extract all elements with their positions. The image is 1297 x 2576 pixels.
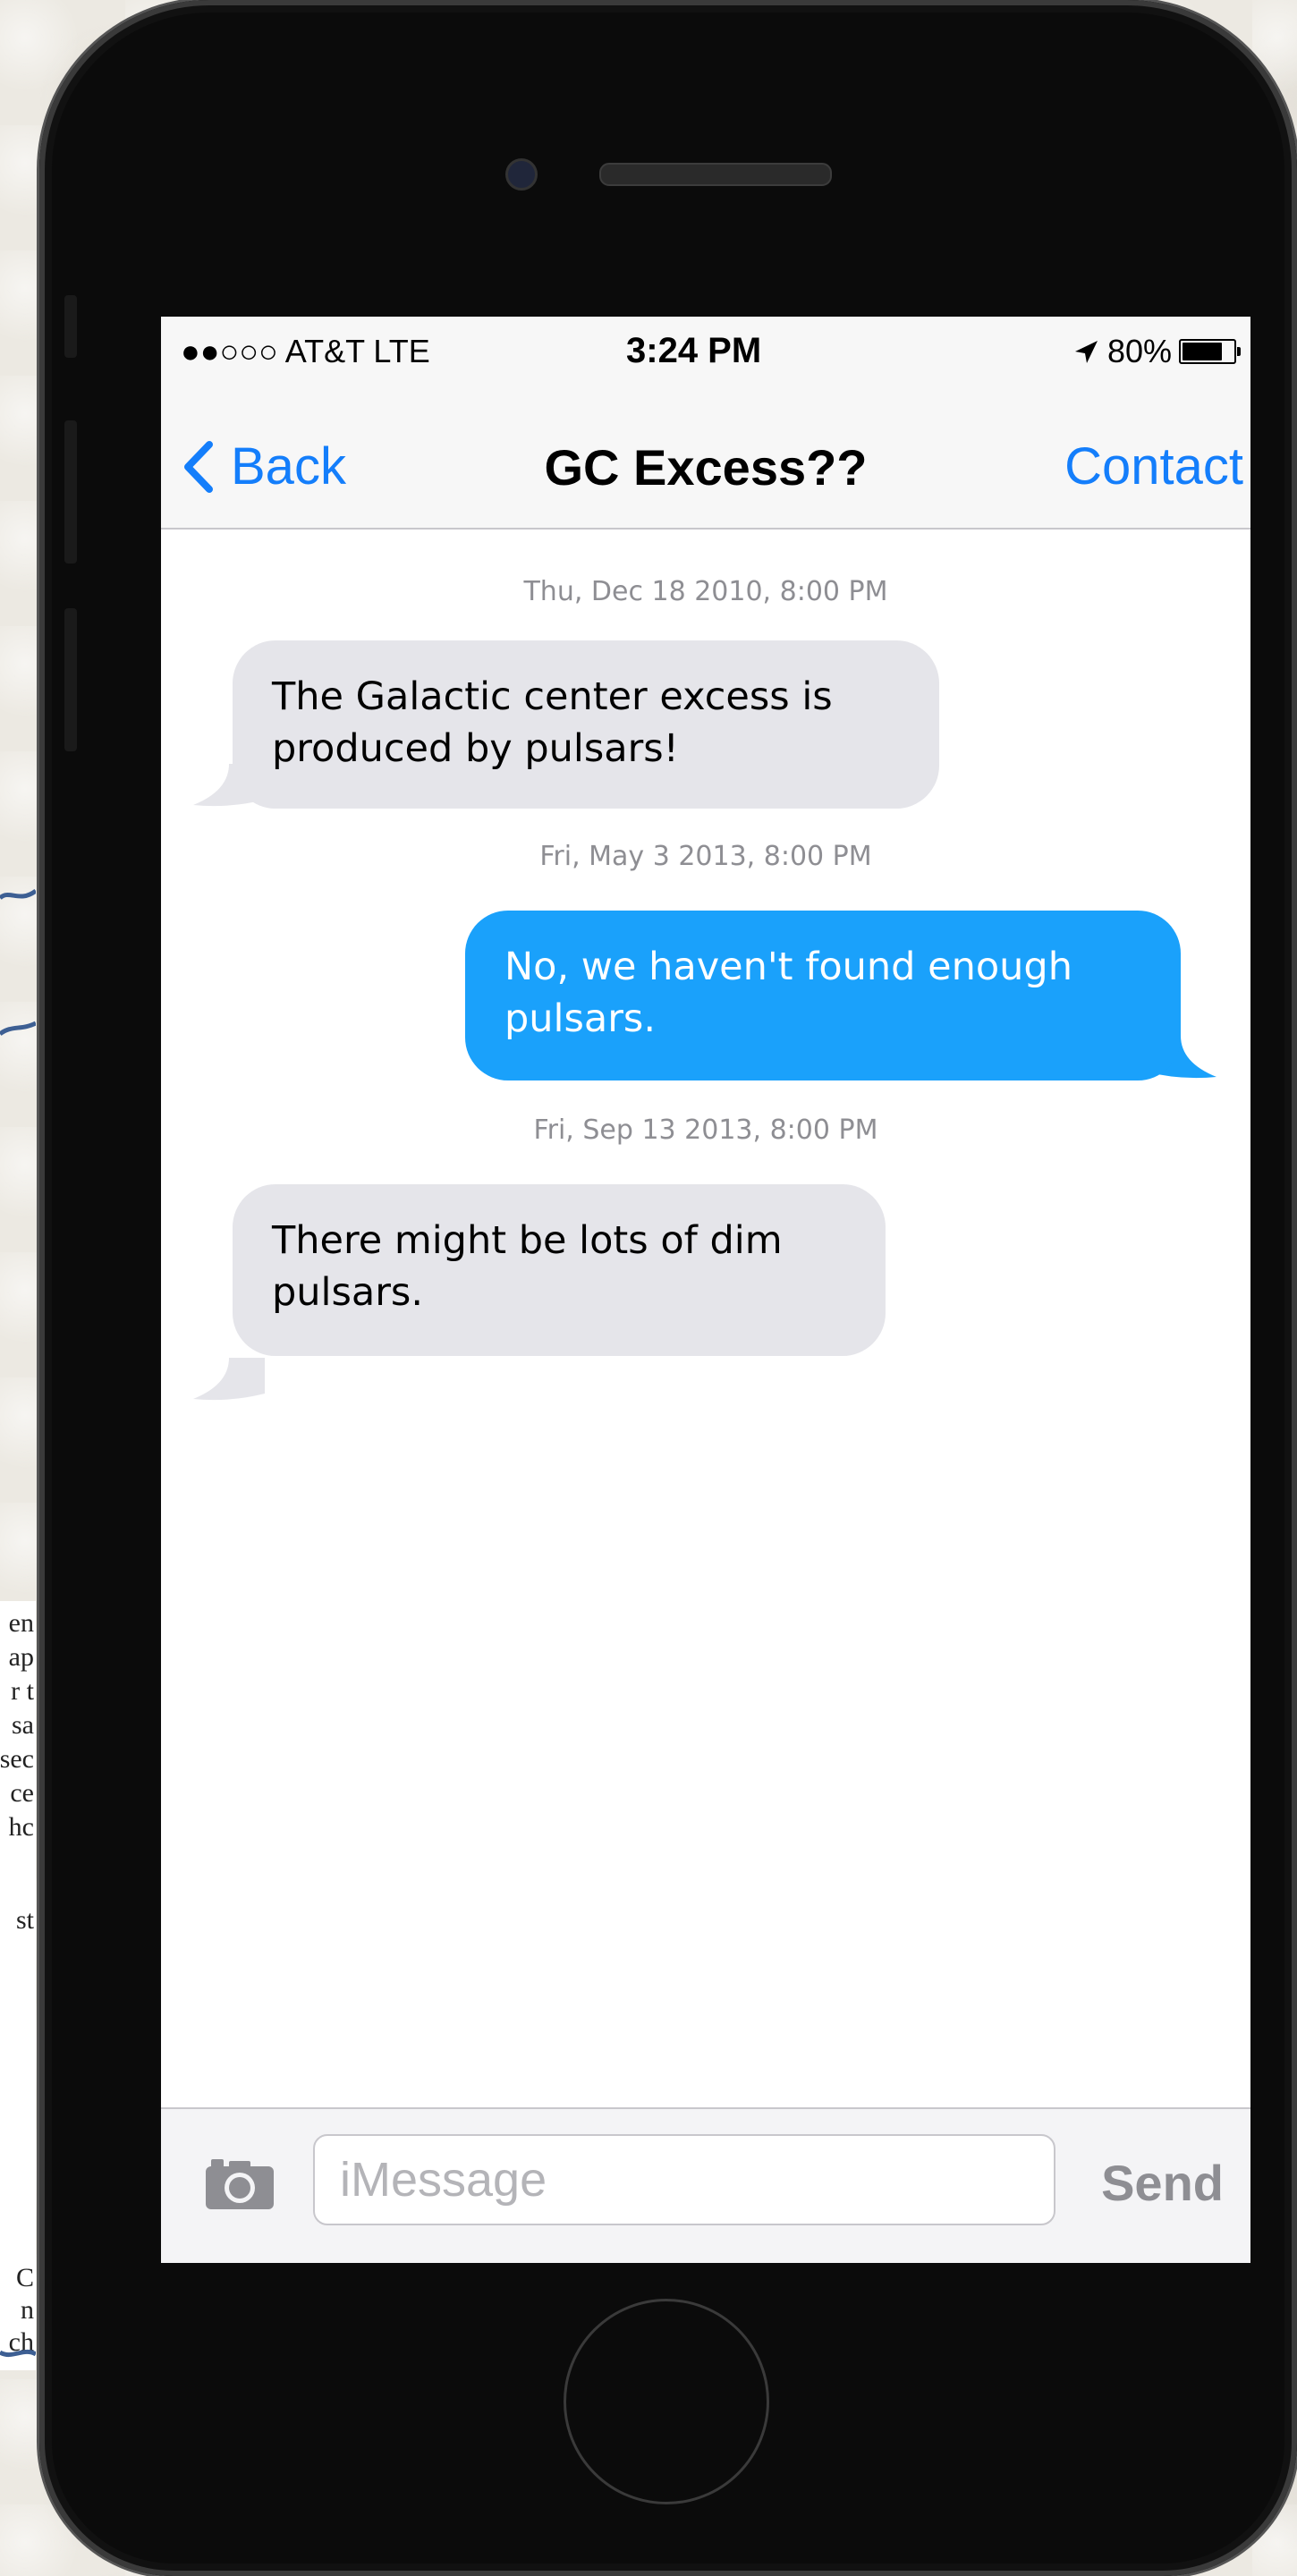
- paper-text-line: sa: [12, 1710, 34, 1740]
- message-text-line: produced by pulsars!: [272, 726, 679, 771]
- message-text-line: pulsars.: [504, 996, 656, 1041]
- battery-icon: [1179, 339, 1241, 364]
- paper-text-line: sec: [0, 1744, 34, 1774]
- imessage-input[interactable]: [315, 2136, 1054, 2224]
- message-text-line: No, we haven't found enough: [504, 945, 1072, 989]
- message-timestamp: Fri, May 3 2013, 8:00 PM: [539, 841, 872, 872]
- message-timestamp: Fri, Sep 13 2013, 8:00 PM: [533, 1114, 878, 1146]
- status-time: 3:24 PM: [626, 331, 762, 370]
- pen-scribble-mark: [0, 888, 36, 901]
- received-message-bubble[interactable]: There might be lots of dim pulsars.: [233, 1184, 886, 1356]
- status-bar: ●●○○○ AT&T LTE 3:24 PM 80%: [161, 317, 1250, 385]
- pen-scribble-mark: [0, 2349, 36, 2358]
- paper-text-line: ap: [8, 1642, 34, 1672]
- earpiece-speaker: [599, 163, 832, 186]
- status-right-group: 80%: [1072, 333, 1241, 370]
- imessage-input-field[interactable]: [313, 2134, 1055, 2225]
- message-text-line: The Galactic center excess is: [272, 674, 833, 719]
- front-camera: [505, 158, 538, 191]
- bubble-tail: [193, 1358, 265, 1401]
- paper-text-line: st: [15, 1905, 34, 1935]
- message-timestamp: Thu, Dec 18 2010, 8:00 PM: [523, 576, 888, 607]
- sent-message-bubble[interactable]: No, we haven't found enough pulsars.: [465, 911, 1181, 1080]
- camera-icon[interactable]: [204, 2156, 276, 2211]
- location-arrow-icon: [1074, 341, 1098, 363]
- paper-text-line: en: [8, 1608, 34, 1638]
- send-button[interactable]: Send: [1101, 2154, 1224, 2212]
- phone-screen: ●●○○○ AT&T LTE 3:24 PM 80% Back GC Exces…: [161, 317, 1250, 2263]
- background-paper-fragment: en ap r t sa sec ce hc st C n ch o: [0, 1601, 36, 2370]
- message-input-bar: Send: [161, 2107, 1250, 2263]
- battery-fill: [1183, 343, 1222, 360]
- battery-tip: [1237, 347, 1241, 356]
- paper-text-line: hc: [8, 1812, 34, 1842]
- contact-button[interactable]: Contact: [1064, 436, 1243, 496]
- paper-text-line: r t: [11, 1676, 34, 1706]
- phone-frame: ●●○○○ AT&T LTE 3:24 PM 80% Back GC Exces…: [39, 0, 1297, 2576]
- paper-text-line: C: [15, 2263, 34, 2292]
- pen-scribble-mark: [0, 1021, 36, 1037]
- received-message-bubble[interactable]: The Galactic center excess is produced b…: [233, 640, 939, 809]
- battery-percentage: 80%: [1106, 333, 1172, 369]
- volume-down-button[interactable]: [64, 608, 77, 751]
- paper-text-line: ce: [10, 1778, 34, 1808]
- message-text-line: pulsars.: [272, 1270, 423, 1315]
- message-text-line: There might be lots of dim: [272, 1218, 783, 1263]
- mute-switch[interactable]: [64, 295, 77, 358]
- home-button[interactable]: [564, 2299, 769, 2504]
- carrier-signal: ●●○○○ AT&T LTE: [181, 333, 430, 369]
- volume-up-button[interactable]: [64, 420, 77, 564]
- nav-bar: Back GC Excess?? Contact: [161, 385, 1250, 530]
- paper-text-line: n: [21, 2295, 34, 2325]
